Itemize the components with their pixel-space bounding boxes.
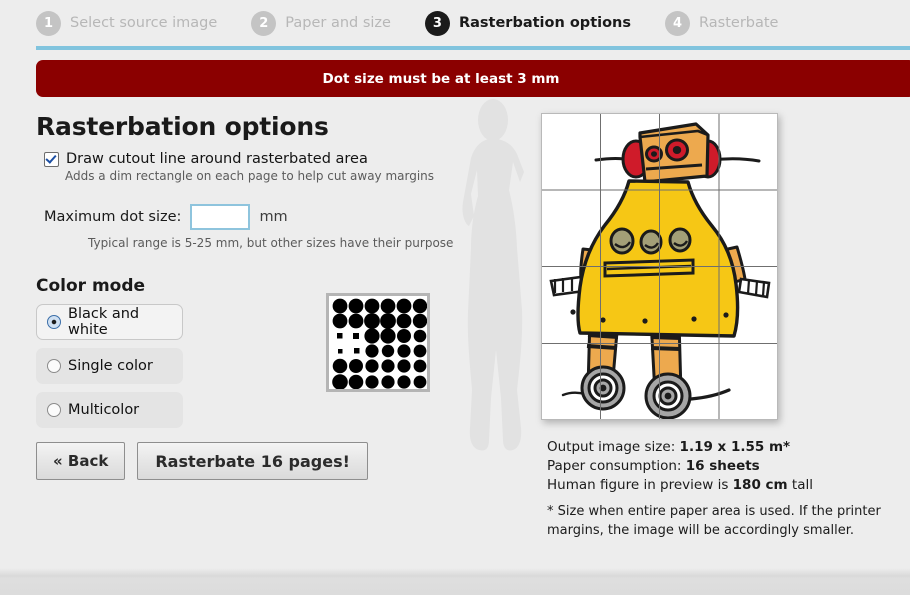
output-size-line: Output image size: 1.19 x 1.55 m* xyxy=(547,438,910,457)
step-number-badge: 2 xyxy=(251,10,277,36)
step-label: Rasterbate xyxy=(699,15,779,31)
wizard-step-2[interactable]: 2 Paper and size xyxy=(251,10,391,36)
color-mode-option-black-and-white[interactable]: Black and white xyxy=(36,304,183,340)
footnote-line-2: margins, the image will be accordingly s… xyxy=(547,523,854,538)
color-mode-option-single-color[interactable]: Single color xyxy=(36,348,183,384)
wizard-step-4[interactable]: 4 Rasterbate xyxy=(665,10,779,36)
color-mode-label: Multicolor xyxy=(68,402,140,418)
color-mode-label: Single color xyxy=(68,358,153,374)
radio-icon[interactable] xyxy=(47,315,61,329)
step-label: Paper and size xyxy=(285,15,391,31)
radio-icon[interactable] xyxy=(47,403,61,417)
human-figure-suffix: tall xyxy=(791,477,813,493)
step-label: Rasterbation options xyxy=(458,15,632,31)
error-message: Dot size must be at least 3 mm xyxy=(322,70,560,87)
robot-preview-svg xyxy=(541,113,778,420)
wizard-step-3[interactable]: 3 Rasterbation options xyxy=(424,10,632,36)
color-mode-label: Black and white xyxy=(68,306,140,338)
dot-size-label: Maximum dot size: xyxy=(44,209,182,225)
human-figure-value: 180 cm xyxy=(732,477,788,493)
back-button[interactable]: « Back xyxy=(36,442,126,480)
human-figure-silhouette xyxy=(462,99,524,451)
step-number-badge: 4 xyxy=(665,10,691,36)
cutout-line-hint: Adds a dim rectangle on each page to hel… xyxy=(65,169,435,183)
step-number-badge: 1 xyxy=(36,10,61,36)
output-footnote: * Size when entire paper area is used. I… xyxy=(547,502,910,540)
output-size-value: 1.19 x 1.55 m* xyxy=(679,439,791,455)
wizard-progress-rule xyxy=(36,46,910,50)
dot-size-row: Maximum dot size: mm xyxy=(44,204,456,230)
dot-size-unit: mm xyxy=(259,209,288,225)
checkbox-icon[interactable] xyxy=(44,151,59,167)
paper-consumption-line: Paper consumption: 16 sheets xyxy=(547,457,910,476)
output-info: Output image size: 1.19 x 1.55 m* Paper … xyxy=(547,438,910,495)
form-actions: « Back Rasterbate 16 pages! xyxy=(36,442,368,480)
cutout-line-checkbox-row[interactable]: Draw cutout line around rasterbated area xyxy=(44,151,456,167)
step-label: Select source image xyxy=(70,15,218,31)
paper-consumption-label: Paper consumption: xyxy=(547,458,682,474)
page-title: Rasterbation options xyxy=(36,112,329,141)
step-number-badge: 3 xyxy=(424,10,450,36)
dot-pattern-preview xyxy=(326,293,430,392)
radio-icon[interactable] xyxy=(47,359,61,373)
error-banner: Dot size must be at least 3 mm xyxy=(36,60,910,97)
wizard-step-1[interactable]: 1 Select source image xyxy=(36,10,218,36)
wizard-steps: 1 Select source image 2 Paper and size 3… xyxy=(0,0,910,46)
human-figure-line: Human figure in preview is 180 cm tall xyxy=(547,476,910,495)
output-preview-sheet xyxy=(541,113,778,420)
human-figure-label: Human figure in preview is xyxy=(547,477,729,493)
dot-size-hint: Typical range is 5-25 mm, but other size… xyxy=(88,236,454,250)
paper-consumption-value: 16 sheets xyxy=(685,458,760,474)
rasterbator-page: 1 Select source image 2 Paper and size 3… xyxy=(0,0,910,595)
cutout-line-label: Draw cutout line around rasterbated area xyxy=(66,151,368,167)
dot-pattern-svg xyxy=(331,298,427,389)
dot-size-input[interactable] xyxy=(190,204,251,230)
color-mode-option-multicolor[interactable]: Multicolor xyxy=(36,392,183,428)
rasterbate-button[interactable]: Rasterbate 16 pages! xyxy=(137,442,368,480)
footer-divider xyxy=(0,540,910,595)
footnote-line-1: * Size when entire paper area is used. I… xyxy=(547,504,881,519)
output-size-label: Output image size: xyxy=(547,439,676,455)
